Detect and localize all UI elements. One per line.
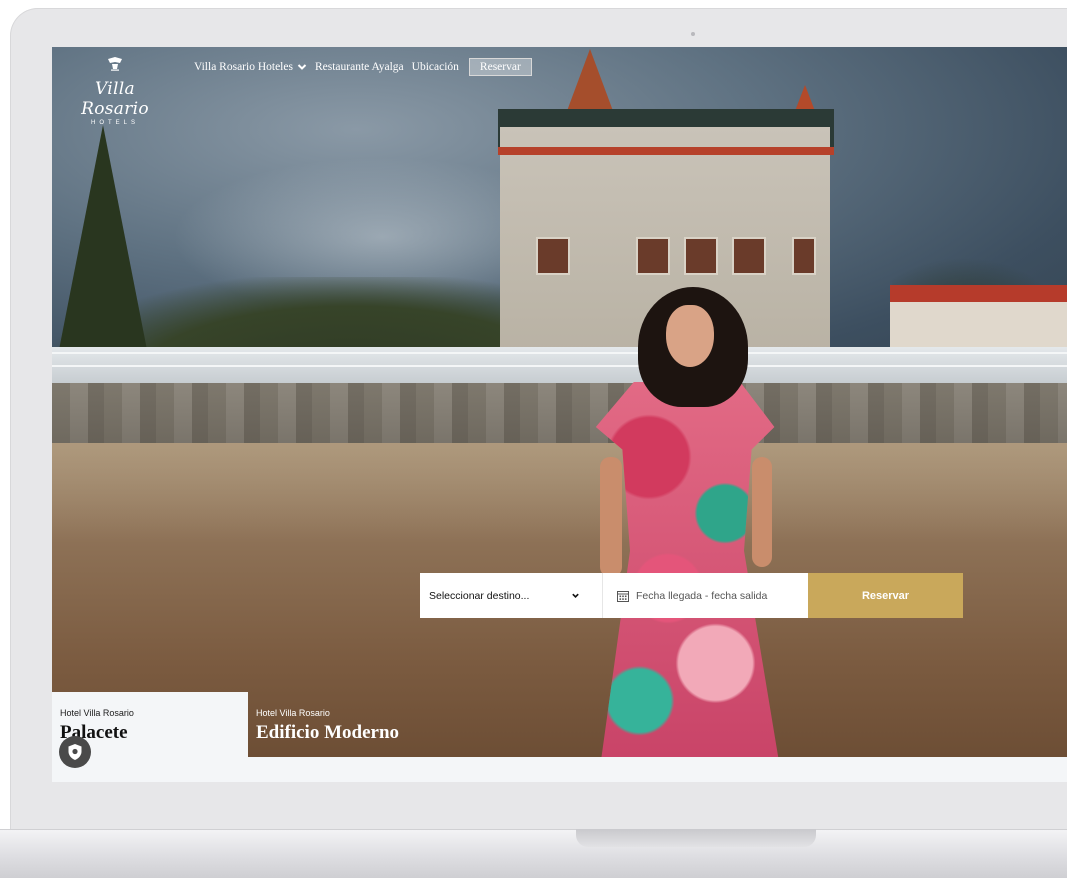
- nav-item-label: Restaurante Ayalga: [314, 61, 404, 73]
- website-screen: Villa Rosario HOTELS Villa Rosario Hotel…: [52, 47, 1067, 782]
- tab-edificio-moderno[interactable]: Hotel Villa Rosario Edificio Moderno: [248, 692, 548, 757]
- tab-title: Edificio Moderno: [256, 722, 400, 743]
- hero-image: [52, 47, 1067, 757]
- nav-item-hotels[interactable]: Villa Rosario Hoteles: [194, 61, 307, 73]
- nav-item-label: Villa Rosario Hoteles: [194, 61, 293, 73]
- laptop-hinge: [576, 829, 816, 847]
- chevron-down-icon: [297, 64, 307, 70]
- logo-name: Villa Rosario: [81, 79, 149, 119]
- webcam: [691, 32, 695, 36]
- date-range-field[interactable]: Fecha llegada - fecha salida: [603, 573, 808, 618]
- tab-brand: Hotel Villa Rosario: [60, 708, 134, 718]
- calendar-icon: [617, 590, 629, 602]
- reserve-button[interactable]: Reservar: [808, 573, 963, 618]
- destination-placeholder: Seleccionar destino...: [429, 589, 530, 602]
- site-logo[interactable]: Villa Rosario HOTELS: [60, 57, 170, 126]
- shield-icon: [68, 744, 82, 760]
- crest-icon: [108, 57, 122, 71]
- tab-brand: Hotel Villa Rosario: [256, 708, 330, 718]
- chevron-down-icon: [572, 593, 579, 598]
- nav-item-location[interactable]: Ubicación: [412, 61, 459, 73]
- laptop-base: [0, 829, 1067, 878]
- nav-reserve-button[interactable]: Reservar: [468, 58, 532, 76]
- booking-bar: Seleccionar destino... Fecha llegada - f…: [420, 573, 963, 618]
- logo-subtitle: HOTELS: [90, 120, 139, 126]
- nav-item-label: Ubicación: [411, 61, 459, 73]
- privacy-settings-button[interactable]: [59, 736, 91, 768]
- main-nav: Villa Rosario Hoteles Restaurante Ayalga…: [194, 57, 532, 77]
- destination-select[interactable]: Seleccionar destino...: [420, 573, 603, 618]
- dates-placeholder: Fecha llegada - fecha salida: [636, 589, 768, 602]
- nav-item-restaurant[interactable]: Restaurante Ayalga: [315, 61, 404, 73]
